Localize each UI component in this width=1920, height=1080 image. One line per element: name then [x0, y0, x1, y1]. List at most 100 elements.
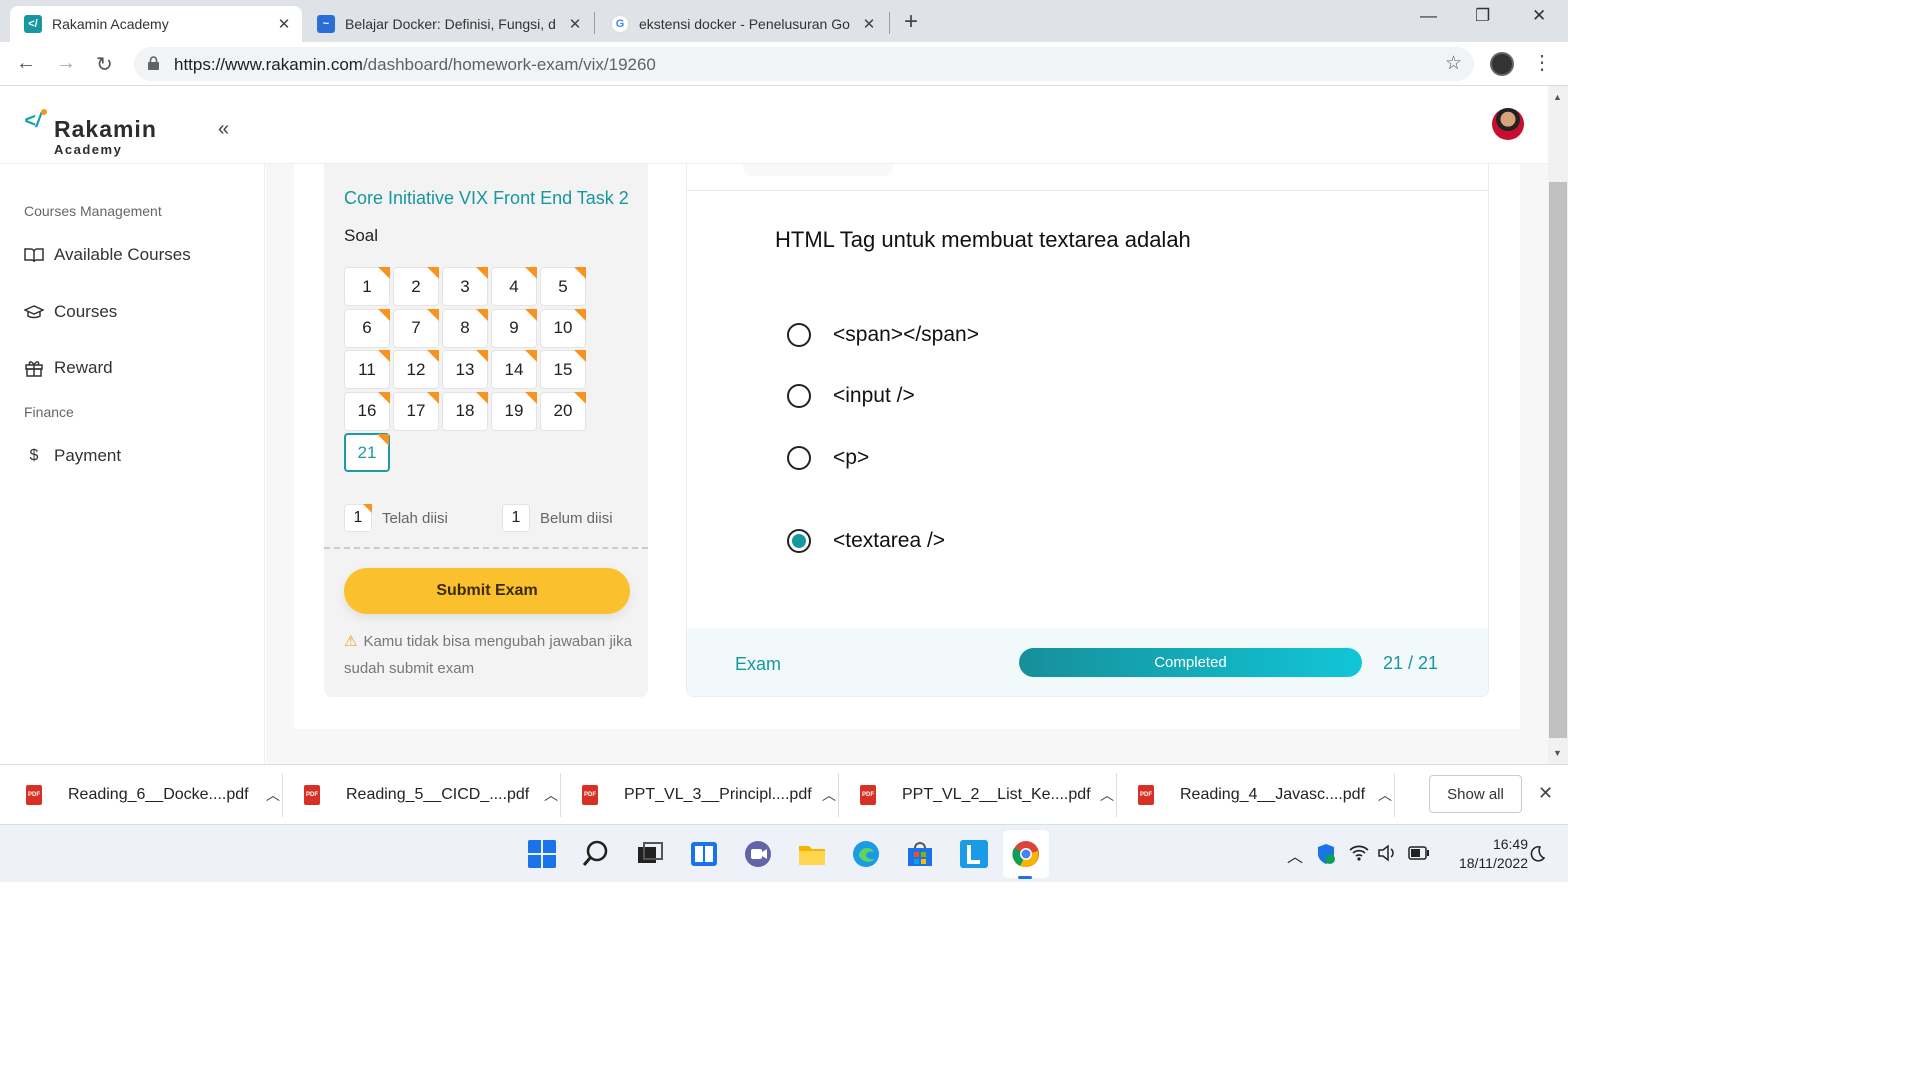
show-all-downloads-button[interactable]: Show all	[1429, 775, 1522, 813]
submit-warning: ⚠ Kamu tidak bisa mengubah jawaban jika s…	[344, 628, 634, 682]
bookmark-star-icon[interactable]: ☆	[1445, 52, 1462, 75]
download-file-name: PPT_VL_2__List_Ke....pdf	[902, 786, 1091, 803]
close-window-icon[interactable]: ✕	[1532, 6, 1546, 26]
search-icon[interactable]	[581, 839, 611, 869]
forward-arrow-icon[interactable]: →	[56, 52, 76, 75]
download-item[interactable]: PDF Reading_6__Docke....pdf ︿	[26, 765, 280, 825]
question-number-button[interactable]: 15	[540, 350, 586, 390]
question-number-button[interactable]: 2	[393, 267, 439, 306]
collapse-sidebar-icon[interactable]: «	[218, 118, 229, 141]
question-number-button[interactable]: 14	[491, 350, 537, 390]
question-number-button[interactable]: 20	[540, 391, 586, 431]
url-text[interactable]: https://www.rakamin.com/dashboard/homewo…	[174, 55, 656, 75]
question-number-button[interactable]: 11	[344, 350, 390, 390]
sidebar-item-payment[interactable]: $ Payment	[24, 446, 122, 466]
scroll-down-arrow-icon[interactable]: ▼	[1553, 748, 1562, 758]
edge-browser-icon[interactable]	[851, 839, 881, 869]
task-view-icon[interactable]	[635, 839, 665, 869]
download-item[interactable]: PDF Reading_5__CICD_....pdf ︿	[304, 765, 558, 825]
wifi-icon[interactable]	[1349, 844, 1369, 862]
new-tab-plus-icon[interactable]: +	[904, 8, 918, 36]
back-arrow-icon[interactable]: ←	[16, 52, 36, 75]
answer-option[interactable]: <textarea />	[787, 529, 945, 553]
scrollbar-thumb[interactable]	[1549, 182, 1567, 738]
soal-heading: Soal	[344, 226, 379, 245]
chevron-up-icon[interactable]: ︿	[822, 785, 836, 805]
answer-option[interactable]: <input />	[787, 384, 915, 408]
l-app-icon[interactable]	[959, 839, 989, 869]
question-number-button[interactable]: 13	[442, 350, 488, 390]
close-tab-icon[interactable]: ✕	[859, 15, 879, 33]
submit-exam-button[interactable]: Submit Exam	[344, 568, 630, 614]
question-number-button[interactable]: 18	[442, 391, 488, 431]
teams-chat-icon[interactable]	[743, 839, 773, 869]
question-number-button[interactable]: 17	[393, 391, 439, 431]
chevron-up-icon[interactable]: ︿	[544, 785, 558, 805]
question-number-button[interactable]: 16	[344, 391, 390, 431]
question-number-button[interactable]: 4	[491, 267, 537, 306]
question-number-button[interactable]: 3	[442, 267, 488, 306]
chevron-up-icon[interactable]: ︿	[266, 785, 280, 805]
radio-button[interactable]	[787, 323, 811, 347]
download-item[interactable]: PDF Reading_4__Javasc....pdf ︿	[1138, 765, 1392, 825]
widgets-icon[interactable]	[689, 839, 719, 869]
browser-menu-icon[interactable]: ⋮	[1532, 50, 1552, 75]
sidebar-item-available-courses[interactable]: Available Courses	[24, 245, 191, 265]
reload-icon[interactable]: ↻	[96, 52, 113, 77]
answer-option[interactable]: <p>	[787, 446, 869, 470]
question-navigator-card: Core Initiative VIX Front End Task 2 Soa…	[324, 164, 648, 697]
download-item[interactable]: PDF PPT_VL_2__List_Ke....pdf ︿	[860, 765, 1114, 825]
close-tab-icon[interactable]: ✕	[274, 15, 294, 33]
radio-button[interactable]	[787, 446, 811, 470]
close-tab-icon[interactable]: ✕	[565, 15, 585, 33]
page-scrollbar[interactable]: ▲ ▼	[1548, 86, 1568, 764]
blog-favicon-icon: ~	[317, 15, 335, 33]
omnibox[interactable]: https://www.rakamin.com/dashboard/homewo…	[134, 47, 1474, 81]
exam-panel: Core Initiative VIX Front End Task 2 Soa…	[294, 164, 1520, 729]
question-number-button[interactable]: 6	[344, 308, 390, 348]
system-clock[interactable]: 16:49 18/11/2022	[1438, 835, 1528, 873]
logo-name: Rakamin	[54, 116, 157, 142]
browser-profile-avatar[interactable]	[1490, 52, 1514, 76]
windows-taskbar: ︿ 16:49 18/11/2022	[0, 824, 1568, 882]
question-number-button[interactable]: 5	[540, 267, 586, 306]
question-number-button[interactable]: 19	[491, 391, 537, 431]
chrome-active-indicator	[1018, 876, 1032, 879]
tab-rakamin-academy[interactable]: </ Rakamin Academy ✕	[10, 6, 302, 42]
close-downloads-icon[interactable]: ✕	[1538, 783, 1553, 804]
notification-moon-icon[interactable]	[1528, 845, 1546, 863]
chevron-up-icon[interactable]: ︿	[1100, 785, 1114, 805]
question-number-button[interactable]: 1	[344, 267, 390, 306]
restore-icon[interactable]: ❐	[1475, 6, 1490, 26]
question-number-button[interactable]: 21	[344, 433, 390, 473]
answer-option-label: <p>	[833, 446, 870, 469]
question-number-button[interactable]: 8	[442, 308, 488, 348]
answer-option[interactable]: <span></span>	[787, 323, 979, 347]
radio-button[interactable]	[787, 384, 811, 408]
windows-start-icon[interactable]	[527, 839, 557, 869]
user-avatar[interactable]	[1492, 108, 1524, 140]
scroll-up-arrow-icon[interactable]: ▲	[1553, 92, 1562, 102]
microsoft-store-icon[interactable]	[905, 839, 935, 869]
download-item[interactable]: PDF PPT_VL_3__Principl....pdf ︿	[582, 765, 836, 825]
chrome-browser-icon[interactable]	[1011, 839, 1041, 869]
question-number-button[interactable]: 10	[540, 308, 586, 348]
sidebar-item-label: Payment	[54, 446, 122, 465]
sidebar-item-reward[interactable]: Reward	[24, 358, 113, 378]
chevron-up-icon[interactable]: ︿	[1378, 785, 1392, 805]
question-number-button[interactable]: 12	[393, 350, 439, 390]
tab-google-search[interactable]: G ekstensi docker - Penelusuran Go ✕	[597, 6, 887, 42]
header-pill	[743, 164, 893, 176]
file-explorer-icon[interactable]	[797, 839, 827, 869]
download-file-name: Reading_5__CICD_....pdf	[346, 786, 530, 803]
defender-shield-icon[interactable]	[1316, 843, 1336, 865]
battery-icon[interactable]	[1408, 846, 1430, 860]
radio-button[interactable]	[787, 529, 811, 553]
question-number-button[interactable]: 9	[491, 308, 537, 348]
question-number-button[interactable]: 7	[393, 308, 439, 348]
minimize-icon[interactable]: —	[1420, 6, 1437, 26]
sidebar-item-courses[interactable]: Courses	[24, 302, 117, 322]
volume-icon[interactable]	[1377, 844, 1397, 862]
tray-chevron-icon[interactable]: ︿	[1287, 843, 1303, 867]
tab-belajar-docker[interactable]: ~ Belajar Docker: Definisi, Fungsi, d ✕	[303, 6, 593, 42]
